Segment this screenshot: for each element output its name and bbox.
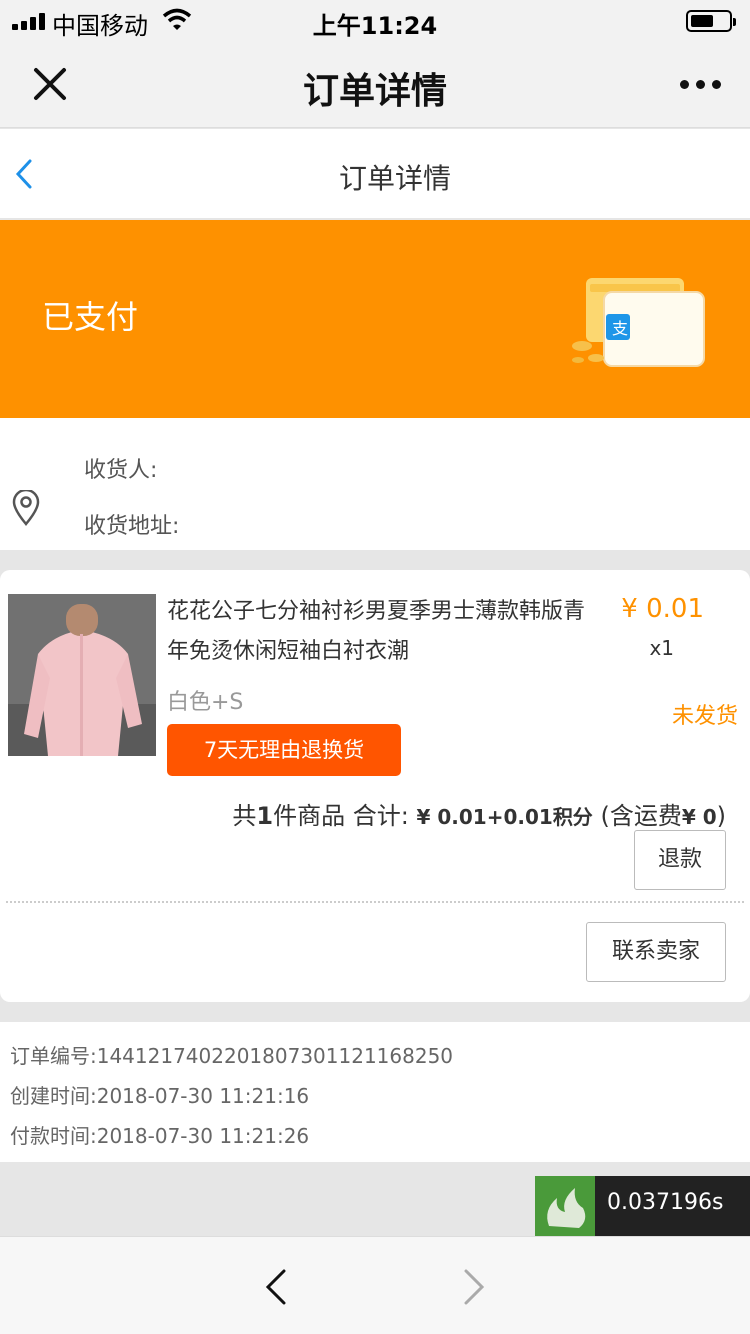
product-name[interactable]: 花花公子七分袖衬衫男夏季男士薄款韩版青年免烫休闲短袖白衬衣潮 [167, 592, 597, 672]
product-quantity: x1 [649, 636, 674, 660]
return-policy-badge: 7天无理由退换货 [167, 724, 401, 776]
shipping-label: (含运费 [600, 802, 682, 830]
load-time: 0.037196s [607, 1190, 724, 1215]
chevron-left-icon[interactable] [262, 1267, 290, 1307]
order-item-card: 花花公子七分袖衬衫男夏季男士薄款韩版青年免烫休闲短袖白衬衣潮 ¥ 0.01 x1… [0, 570, 750, 1002]
address-label: 收货地址: [84, 514, 180, 539]
product-spec: 白色+S [167, 690, 244, 715]
status-bar: 中国移动 上午11:24 [0, 0, 750, 40]
page-load-timer: 0.037196s [535, 1176, 750, 1236]
product-image[interactable] [8, 594, 156, 756]
app-top-bar: 订单详情 [0, 40, 750, 128]
more-icon[interactable] [676, 80, 724, 90]
browser-bottom-bar [0, 1236, 750, 1334]
paid-time: 付款时间:2018-07-30 11:21:26 [10, 1124, 310, 1148]
contact-seller-button[interactable]: 联系卖家 [586, 922, 726, 982]
total-amount: ¥ 0.01+0.01积分 [416, 805, 593, 829]
total-count: 1 [256, 802, 274, 830]
total-prefix: 共 [232, 802, 257, 830]
total-close: ) [716, 802, 726, 830]
shipping-fee: ¥ 0 [681, 805, 717, 829]
svg-text:支: 支 [612, 319, 628, 338]
nav-title: 订单详情 [338, 162, 451, 195]
nav-bar: 订单详情 [0, 129, 750, 219]
divider [6, 901, 744, 903]
location-pin-icon [12, 490, 40, 526]
payment-status: 已支付 [42, 298, 139, 336]
payment-status-banner: 已支付 支 [0, 220, 750, 418]
order-total: 共1件商品 合计: ¥ 0.01+0.01积分 (含运费¥ 0) [232, 796, 726, 831]
refund-button[interactable]: 退款 [634, 830, 726, 890]
shipping-address[interactable]: 收货人: 收货地址: [0, 418, 750, 550]
battery-icon [686, 10, 736, 32]
page-title: 订单详情 [302, 71, 447, 112]
chevron-right-icon[interactable] [460, 1267, 488, 1307]
wallet-icon: 支 [572, 278, 705, 367]
order-number: 订单编号:1441217402201807301121168250 [10, 1044, 454, 1068]
flame-logo-icon [535, 1176, 595, 1236]
total-label: 件商品 合计: [273, 802, 409, 830]
receiver-label: 收货人: [84, 458, 158, 483]
order-info: 订单编号:1441217402201807301121168250 创建时间:2… [0, 1022, 750, 1162]
created-time: 创建时间:2018-07-30 11:21:16 [10, 1084, 310, 1108]
shipping-status: 未发货 [671, 704, 738, 729]
status-time: 上午11:24 [312, 12, 438, 40]
product-price: ¥ 0.01 [621, 594, 704, 624]
